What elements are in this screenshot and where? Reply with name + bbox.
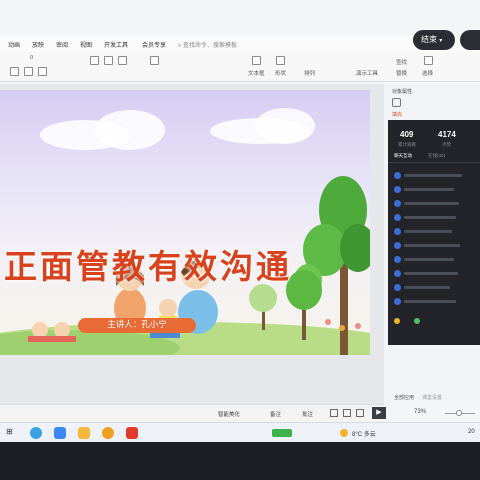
panel-header: 对象属性 xyxy=(392,89,413,95)
font-size-field[interactable]: 0 xyxy=(30,55,33,61)
smart-beautify-button[interactable]: 智能美化 xyxy=(218,410,240,418)
list-item xyxy=(394,284,474,291)
select-label[interactable]: 选择 xyxy=(422,69,433,77)
slide-illustration xyxy=(0,176,370,355)
menu-slideshow[interactable]: 放映 xyxy=(32,40,44,49)
avatar xyxy=(394,242,401,249)
chevron-down-icon: ▾ xyxy=(439,38,443,44)
search-icon: ⌕ xyxy=(178,43,182,49)
shape-icon[interactable] xyxy=(276,56,285,65)
live-class-panel: 409 累计观看 4174 点赞 聊天互动 在线(40) xyxy=(388,120,480,345)
screen: 动画 放映 审阅 视图 开发工具 会员专享 ⌕ 查找命令、搜索模板 结束 ▾ 0 xyxy=(0,0,480,480)
align-right-icon[interactable] xyxy=(118,56,127,65)
sorter-view-icon[interactable] xyxy=(343,409,351,417)
panel-toggle-button[interactable] xyxy=(460,30,480,50)
play-icon[interactable]: ▶ xyxy=(372,407,386,419)
normal-view-icon[interactable] xyxy=(330,409,338,417)
list-item xyxy=(394,214,474,221)
weather-icon xyxy=(340,429,348,437)
gift-icon[interactable] xyxy=(394,318,400,324)
divider xyxy=(388,162,480,163)
ribbon-toolbar: 0 文本框 形状 排列 演示工具 查找 替换 选择 xyxy=(0,52,480,82)
avatar xyxy=(394,200,401,207)
avatar xyxy=(394,256,401,263)
slide-title: 正面管教有效沟通 xyxy=(4,247,292,286)
status-bar: 智能美化 备注 批注 ▶ xyxy=(0,404,386,422)
chat-app-icon[interactable] xyxy=(54,427,66,439)
presentation-tools-label[interactable]: 演示工具 xyxy=(356,69,378,77)
fill-icon[interactable] xyxy=(392,98,401,107)
zoom-level[interactable]: 73% xyxy=(414,409,426,415)
slide-canvas[interactable]: 正面管教有效沟通 主讲人：孔小宁 xyxy=(0,90,370,355)
comments-button[interactable]: 批注 xyxy=(302,410,313,418)
taskbar: ⊞ 8°C 多云 20 xyxy=(0,422,480,442)
search-command-input[interactable]: ⌕ 查找命令、搜索模板 xyxy=(178,40,237,50)
like-count: 4174 xyxy=(438,130,456,139)
replace-label[interactable]: 替换 xyxy=(396,69,407,77)
list-item xyxy=(394,298,474,305)
menu-developer[interactable]: 开发工具 xyxy=(104,40,128,49)
fill-tab[interactable]: 填充 xyxy=(392,111,402,118)
avatar xyxy=(394,270,401,277)
tab-chat[interactable]: 聊天互动 xyxy=(394,153,412,159)
folder-icon[interactable] xyxy=(78,427,90,439)
list-item xyxy=(394,270,474,277)
avatar xyxy=(394,284,401,291)
list-item xyxy=(394,172,474,179)
all-apps-link[interactable]: 全部应用 xyxy=(394,394,414,401)
avatar xyxy=(394,186,401,193)
avatar xyxy=(394,298,401,305)
menu-animation[interactable]: 动画 xyxy=(8,40,20,49)
list-item xyxy=(394,242,474,249)
menu-member[interactable]: 会员专享 xyxy=(142,40,166,49)
avatar xyxy=(394,172,401,179)
align-center-icon[interactable] xyxy=(104,56,113,65)
list-item xyxy=(394,228,474,235)
align-left-icon[interactable] xyxy=(90,56,99,65)
like-count-label: 点赞 xyxy=(442,142,451,147)
list-item xyxy=(394,256,474,263)
app-window: 动画 放映 审阅 视图 开发工具 会员专享 ⌕ 查找命令、搜索模板 结束 ▾ 0 xyxy=(0,0,480,448)
bold-icon[interactable] xyxy=(10,67,19,76)
list-item xyxy=(394,186,474,193)
list-item xyxy=(394,200,474,207)
browser-icon[interactable] xyxy=(30,427,42,439)
list-icon[interactable] xyxy=(150,56,159,65)
start-icon[interactable]: ⊞ xyxy=(6,427,13,436)
clock: 20 xyxy=(468,429,475,435)
end-button[interactable]: 结束 ▾ xyxy=(413,30,455,50)
arrange-label[interactable]: 排列 xyxy=(304,69,315,77)
find-label[interactable]: 查找 xyxy=(396,58,407,66)
view-count: 409 xyxy=(400,130,414,139)
underline-icon[interactable] xyxy=(38,67,47,76)
italic-icon[interactable] xyxy=(24,67,33,76)
wps-icon[interactable] xyxy=(126,427,138,439)
menu-view[interactable]: 视图 xyxy=(80,40,92,49)
select-icon[interactable] xyxy=(424,56,433,65)
reading-view-icon[interactable] xyxy=(356,409,364,417)
class-settings-link[interactable]: 课堂设置 xyxy=(422,394,442,401)
tab-online[interactable]: 在线(40) xyxy=(428,153,445,159)
battery-icon xyxy=(272,429,292,437)
view-count-label: 累计观看 xyxy=(398,142,416,147)
menu-bar: 动画 放映 审阅 视图 开发工具 会员专享 ⌕ 查找命令、搜索模板 xyxy=(0,36,480,52)
shape-label: 形状 xyxy=(275,71,287,77)
textbox-label: 文本框 xyxy=(248,71,265,77)
speaker-label: 主讲人：孔小宁 xyxy=(78,318,196,333)
menu-review[interactable]: 审阅 xyxy=(56,40,68,49)
media-app-icon[interactable] xyxy=(102,427,114,439)
textbox-icon[interactable] xyxy=(252,56,261,65)
zoom-slider-handle[interactable] xyxy=(456,410,462,416)
like-icon[interactable] xyxy=(414,318,420,324)
avatar xyxy=(394,228,401,235)
avatar xyxy=(394,214,401,221)
weather-text: 8°C 多云 xyxy=(352,432,376,438)
screen-bezel xyxy=(0,442,480,480)
notes-button[interactable]: 备注 xyxy=(270,410,281,418)
